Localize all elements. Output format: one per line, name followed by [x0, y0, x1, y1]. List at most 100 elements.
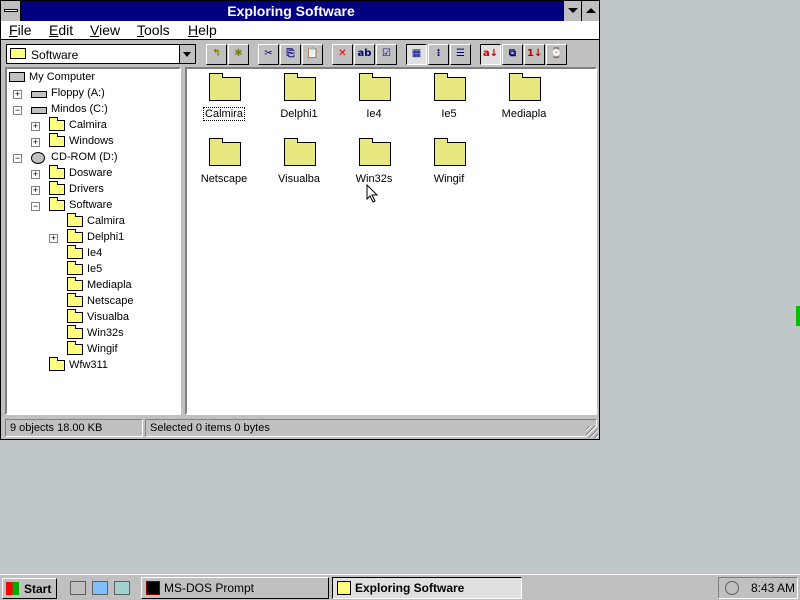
sort-by-date-button[interactable]: ⌚ — [546, 44, 567, 65]
tree-item[interactable]: + Windows — [7, 133, 179, 150]
tree-item[interactable]: Mediapla — [7, 277, 179, 294]
folder-icon — [67, 277, 83, 291]
computer-icon — [9, 72, 25, 82]
folder-icon — [67, 325, 83, 339]
new-folder-button[interactable]: ✱ — [228, 44, 249, 65]
task-exploring-software[interactable]: Exploring Software — [332, 577, 522, 599]
file-list[interactable]: Calmira Delphi1 Ie4 Ie5 Mediapla Netscape Visu… — [185, 67, 597, 415]
volume-icon[interactable] — [725, 581, 739, 595]
file-item-text: Ie5 — [441, 108, 457, 120]
file-item-netscape[interactable]: Netscape — [192, 136, 256, 188]
maximize-button[interactable] — [581, 1, 599, 21]
file-item-delphi1[interactable]: Delphi1 — [267, 71, 331, 123]
menu-file[interactable]: File — [9, 22, 32, 38]
properties-button[interactable]: ☑ — [376, 44, 397, 65]
quicklaunch-desktop-icon[interactable] — [70, 581, 86, 595]
quicklaunch-browser-icon[interactable] — [114, 581, 130, 595]
details-view-button[interactable]: ☰ — [450, 44, 471, 65]
taskbar: Start MS-DOS Prompt Exploring Software 8… — [0, 574, 800, 600]
task-msdos-prompt[interactable]: MS-DOS Prompt — [141, 577, 329, 599]
tree-item[interactable]: + Floppy (A:) — [7, 86, 179, 102]
collapse-icon[interactable]: − — [13, 106, 22, 115]
minimize-button[interactable] — [563, 1, 581, 21]
tree-item[interactable]: + Drivers — [7, 181, 179, 198]
tree-item[interactable]: Netscape — [7, 293, 179, 310]
expand-icon[interactable]: + — [31, 186, 40, 195]
tree-item-label: Mediapla — [87, 279, 132, 291]
tree-item-label: Ie4 — [87, 247, 103, 259]
folder-icon — [434, 73, 466, 101]
tree-item[interactable]: + Calmira — [7, 117, 179, 134]
menu-tools[interactable]: Tools — [137, 22, 170, 38]
rename-icon: ab — [357, 48, 372, 59]
copy-icon: ⎘ — [286, 48, 295, 59]
delete-button[interactable]: ✕ — [332, 44, 353, 65]
tree-item[interactable]: Wfw311 — [7, 357, 179, 374]
collapse-icon[interactable]: − — [13, 154, 22, 163]
menu-edit[interactable]: Edit — [49, 22, 73, 38]
file-item-label: Delphi1 — [267, 108, 331, 120]
file-item-win32s[interactable]: Win32s — [342, 136, 406, 188]
tree-item-label: My Computer — [29, 71, 96, 83]
collapse-icon[interactable]: − — [31, 202, 40, 211]
tree-item-label: Wingif — [87, 343, 118, 355]
location-dropdown[interactable]: Software — [6, 44, 196, 64]
file-item-mediapla[interactable]: Mediapla — [492, 71, 556, 123]
folder-icon — [359, 73, 391, 101]
paste-button[interactable]: 📋 — [302, 44, 323, 65]
tree-item[interactable]: Ie4 — [7, 245, 179, 262]
folder-tree[interactable]: My Computer + Floppy (A:) − Mindos (C:) + Calm… — [5, 67, 181, 415]
menu-view[interactable]: View — [90, 22, 120, 38]
clock[interactable]: 8:43 AM — [751, 581, 795, 595]
tree-item[interactable]: − Mindos (C:) — [7, 102, 179, 118]
expand-icon[interactable]: + — [31, 122, 40, 131]
tree-item[interactable]: + Dosware — [7, 165, 179, 182]
start-label: Start — [24, 582, 52, 596]
file-item-label: Visualba — [267, 173, 331, 185]
quicklaunch-explorer-icon[interactable] — [92, 581, 108, 595]
rename-button[interactable]: ab — [354, 44, 375, 65]
resize-grip[interactable] — [586, 426, 598, 438]
file-item-ie5[interactable]: Ie5 — [417, 71, 481, 123]
file-item-calmira[interactable]: Calmira — [192, 71, 256, 123]
folder-icon — [49, 181, 65, 195]
system-menu-icon — [4, 9, 18, 12]
start-button[interactable]: Start — [2, 578, 57, 599]
folder-icon — [359, 138, 391, 166]
folder-icon — [67, 245, 83, 259]
tree-item[interactable]: My Computer — [7, 70, 179, 86]
tree-item-label: Win32s — [87, 327, 124, 339]
tree-item[interactable]: Ie5 — [7, 261, 179, 278]
sort-by-name-button[interactable]: a↓ — [480, 44, 501, 65]
folder-icon — [284, 73, 316, 101]
file-item-visualba[interactable]: Visualba — [267, 136, 331, 188]
file-item-wingif[interactable]: Wingif — [417, 136, 481, 188]
sort-by-size-button[interactable]: 1↓ — [524, 44, 545, 65]
menu-help[interactable]: Help — [188, 22, 217, 38]
copy-button[interactable]: ⎘ — [280, 44, 301, 65]
sort-by-type-button[interactable]: ⧉ — [502, 44, 523, 65]
cut-icon: ✂ — [264, 48, 273, 59]
tree-item[interactable]: + Delphi1 — [7, 229, 179, 246]
dropdown-arrow-icon[interactable] — [179, 45, 195, 63]
folder-icon — [67, 309, 83, 323]
tree-item[interactable]: − Software — [7, 197, 179, 214]
up-one-level-button[interactable]: ↰ — [206, 44, 227, 65]
tree-item[interactable]: − CD-ROM (D:) — [7, 150, 179, 166]
tree-item[interactable]: Win32s — [7, 325, 179, 342]
tree-item[interactable]: Calmira — [7, 213, 179, 230]
file-item-ie4[interactable]: Ie4 — [342, 71, 406, 123]
expand-icon[interactable]: + — [49, 234, 58, 243]
title-bar[interactable]: Exploring Software — [1, 1, 599, 21]
small-buttons-view-icon[interactable]: ⁝ — [428, 44, 449, 65]
maximize-icon — [586, 8, 596, 13]
tree-item[interactable]: Visualba — [7, 309, 179, 326]
cut-button[interactable]: ✂ — [258, 44, 279, 65]
expand-icon[interactable]: + — [31, 138, 40, 147]
expand-icon[interactable]: + — [31, 170, 40, 179]
large-buttons-view-icon[interactable]: ▦ — [406, 44, 427, 65]
tree-item[interactable]: Wingif — [7, 341, 179, 358]
system-menu-button[interactable] — [1, 1, 21, 21]
sort-by-type-icon: ⧉ — [508, 48, 517, 59]
expand-icon[interactable]: + — [13, 90, 22, 99]
